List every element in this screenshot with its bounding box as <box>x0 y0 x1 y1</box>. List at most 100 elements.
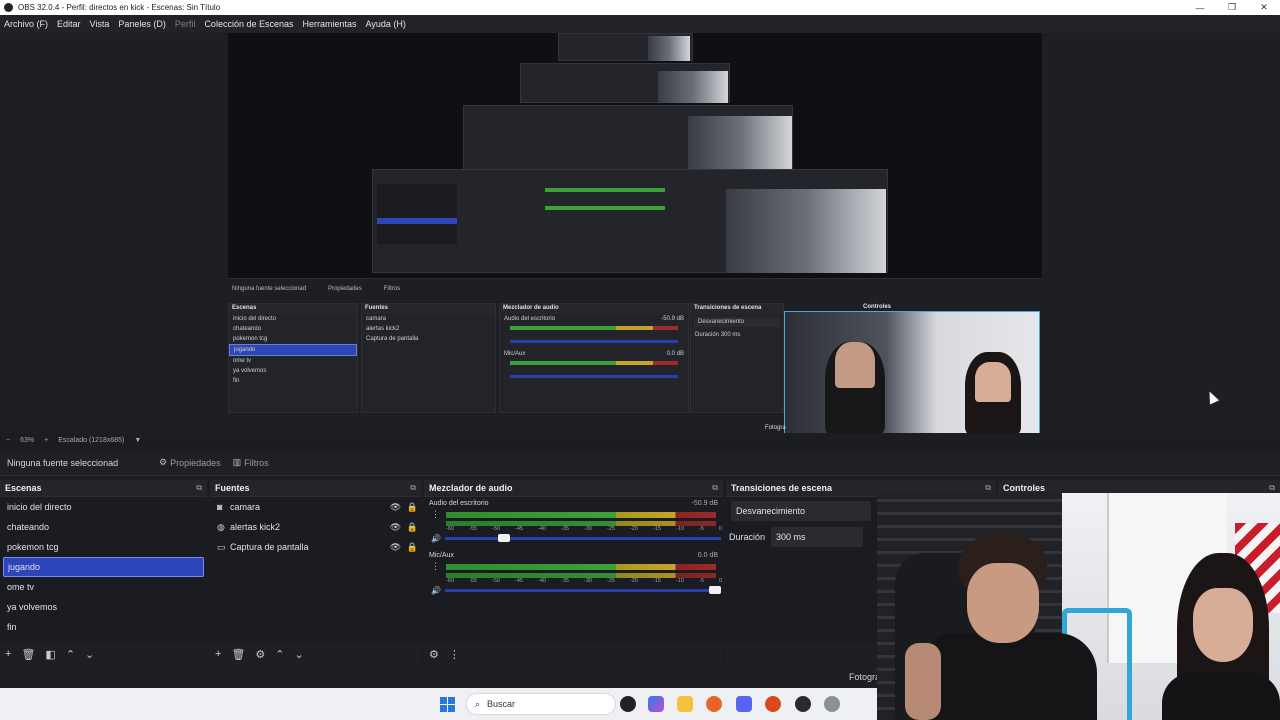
tick: -10 <box>676 578 684 584</box>
mixer-footer: ⚙ ⋮ <box>424 643 723 665</box>
nested-face-1 <box>835 342 875 388</box>
preview-area[interactable]: Ninguna fuente seleccionad Propiedades F… <box>0 33 1280 433</box>
volume-knob[interactable] <box>497 533 510 542</box>
nested-scene: chateando <box>233 326 262 332</box>
channel-menu-icon[interactable]: ⋮ <box>431 562 440 571</box>
move-down-icon[interactable]: ⌄ <box>85 648 94 661</box>
window-title: OBS 32.0.4 - Perfil: directos en kick - … <box>18 3 221 12</box>
source-item-camara[interactable]: ◙ camara 👁 🔒 <box>210 497 421 517</box>
eye-icon[interactable]: 👁 <box>387 522 404 533</box>
undock-icon[interactable]: ⧉ <box>985 483 991 493</box>
volume-knob[interactable] <box>709 585 721 594</box>
undock-icon[interactable]: ⧉ <box>1269 483 1275 493</box>
tick: -5 <box>699 526 704 532</box>
remove-scene-icon[interactable]: 🗑 <box>21 648 35 661</box>
move-up-icon[interactable]: ⌃ <box>66 648 75 661</box>
scene-item[interactable]: ome tv <box>0 577 207 597</box>
scene-item[interactable]: ya volvemos <box>0 597 207 617</box>
tick: -20 <box>630 578 638 584</box>
scene-item[interactable]: fin <box>0 617 207 637</box>
nested-desktop-volume <box>510 340 678 343</box>
app-icon-g[interactable] <box>620 696 636 712</box>
preview-margin-right <box>1042 33 1280 433</box>
nested-scene: pokemon tcg <box>233 336 268 342</box>
eye-icon[interactable]: 👁 <box>387 502 404 513</box>
person-1-arm <box>905 643 941 720</box>
nested-desktop-meter <box>510 326 678 330</box>
source-item-alertas[interactable]: ◍ alertas kick2 👁 🔒 <box>210 517 421 537</box>
volume-track[interactable] <box>445 585 721 594</box>
scene-item[interactable]: chateando <box>0 517 207 537</box>
nested-controls-header: Controles <box>860 303 1040 311</box>
maximize-button[interactable]: ❐ <box>1216 2 1248 13</box>
menu-perfil[interactable]: Perfil <box>175 19 196 29</box>
properties-button[interactable]: ⚙ Propiedades <box>159 457 221 468</box>
browser-icon[interactable] <box>765 696 781 712</box>
source-settings-icon[interactable]: ⚙ <box>255 648 265 661</box>
volume-track[interactable] <box>445 533 721 542</box>
duration-input[interactable]: 300 ms <box>771 527 864 547</box>
scene-item[interactable]: inicio del directo <box>0 497 207 517</box>
scene-filters-icon[interactable]: ◧ <box>45 648 55 661</box>
move-up-icon[interactable]: ⌃ <box>275 648 284 661</box>
nested-source: camara <box>366 316 387 322</box>
zoom-out-button[interactable]: − <box>6 437 10 444</box>
nested-scene-selected: jugando <box>229 344 357 356</box>
nested-scene: ome tv <box>233 358 252 364</box>
source-name: camara <box>230 502 261 512</box>
mixer-menu-icon[interactable]: ⋮ <box>449 648 460 661</box>
menu-ayuda[interactable]: Ayuda (H) <box>366 19 406 29</box>
lock-icon[interactable]: 🔒 <box>404 522 421 533</box>
menu-archivo[interactable]: Archivo (F) <box>4 19 48 29</box>
scaling-dropdown-icon[interactable]: ▼ <box>134 437 141 444</box>
discord-icon[interactable] <box>736 696 752 712</box>
settings-icon[interactable] <box>824 696 840 712</box>
preview-margin-left <box>0 33 228 433</box>
undock-icon[interactable]: ⧉ <box>196 483 202 493</box>
add-scene-icon[interactable]: + <box>5 648 11 660</box>
menu-bar: Archivo (F) Editar Vista Paneles (D) Per… <box>0 15 1280 33</box>
mixer-settings-icon[interactable]: ⚙ <box>429 648 439 661</box>
volume-slider[interactable]: 🔊 <box>431 585 721 595</box>
channel-name: Audio del escritorio <box>429 500 489 507</box>
scene-item-selected[interactable]: jugando <box>3 557 204 577</box>
menu-paneles[interactable]: Paneles (D) <box>118 19 166 29</box>
speaker-icon[interactable]: 🔊 <box>431 586 445 595</box>
filters-button[interactable]: ▥ Filtros <box>233 457 269 468</box>
nested-webcam-level-3 <box>658 71 728 103</box>
transition-select[interactable]: Desvanecimiento <box>731 501 871 521</box>
taskbar-search[interactable]: ⌕ Buscar <box>466 693 616 715</box>
volume-slider[interactable]: 🔊 <box>431 533 721 543</box>
remove-source-icon[interactable]: 🗑 <box>231 648 245 661</box>
lock-icon[interactable]: 🔒 <box>404 542 421 553</box>
browser-icon: ◍ <box>217 521 225 532</box>
title-bar: OBS 32.0.4 - Perfil: directos en kick - … <box>0 0 1280 15</box>
nested-webcam-level-1 <box>726 189 886 273</box>
lock-icon[interactable]: 🔒 <box>404 502 421 513</box>
speaker-icon[interactable]: 🔊 <box>431 534 445 543</box>
scene-item[interactable]: pokemon tcg <box>0 537 207 557</box>
obs-taskbar-icon[interactable] <box>795 696 811 712</box>
folder-icon[interactable] <box>677 696 693 712</box>
app-icon-copilot[interactable] <box>648 696 664 712</box>
firefox-icon[interactable] <box>706 696 722 712</box>
zoom-in-button[interactable]: + <box>44 437 48 444</box>
undock-icon[interactable]: ⧉ <box>712 483 718 493</box>
windows-start-icon[interactable] <box>440 697 455 712</box>
channel-menu-icon[interactable]: ⋮ <box>431 510 440 519</box>
menu-herramientas[interactable]: Herramientas <box>303 19 357 29</box>
eye-icon[interactable]: 👁 <box>387 542 404 553</box>
menu-vista[interactable]: Vista <box>90 19 110 29</box>
tick: -30 <box>584 578 592 584</box>
preview-canvas[interactable]: Ninguna fuente seleccionad Propiedades F… <box>228 33 1042 433</box>
gear-icon: ⚙ <box>159 457 168 467</box>
menu-editar[interactable]: Editar <box>57 19 81 29</box>
undock-icon[interactable]: ⧉ <box>410 483 416 493</box>
minimize-button[interactable]: — <box>1184 3 1216 13</box>
close-button[interactable]: ✕ <box>1248 2 1280 13</box>
menu-coleccion-escenas[interactable]: Colección de Escenas <box>204 19 293 29</box>
source-item-captura[interactable]: ▭ Captura de pantalla 👁 🔒 <box>210 537 421 557</box>
move-down-icon[interactable]: ⌄ <box>295 648 304 661</box>
add-source-icon[interactable]: + <box>215 648 221 660</box>
channel-db: 0.0 dB <box>697 552 718 559</box>
